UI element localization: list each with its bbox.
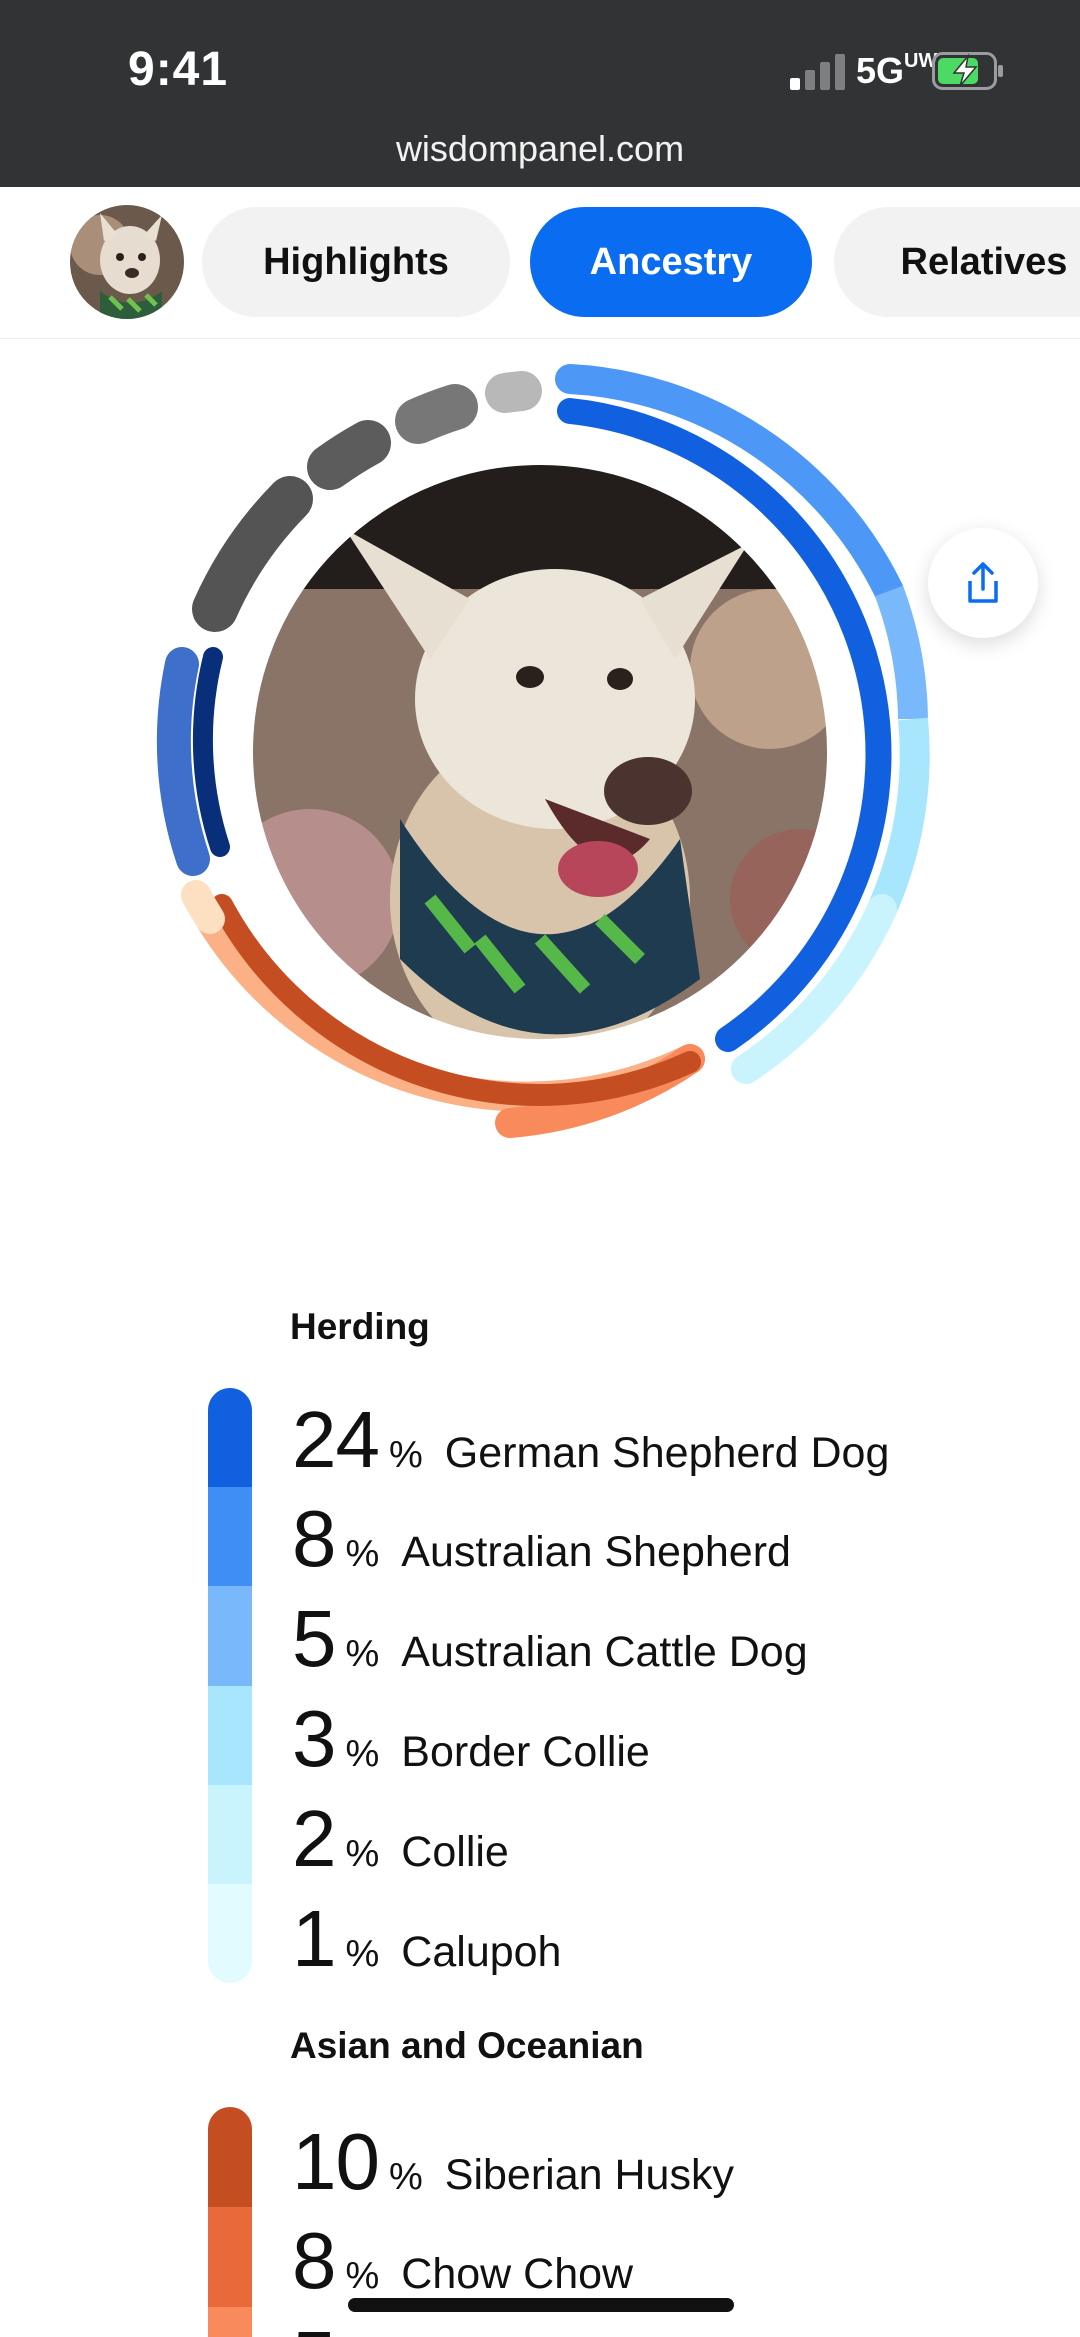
breed-percent: 8	[292, 1494, 336, 1583]
breed-name: Calupoh	[401, 1928, 562, 1976]
breed-name: Australian Cattle Dog	[401, 1628, 808, 1676]
ring-segment-gray-3	[395, 384, 478, 444]
status-time: 9:41	[128, 43, 229, 96]
herding-color-bar	[208, 1388, 252, 1983]
breed-percent: 5	[292, 2314, 336, 2337]
ring-segment-gray-4	[485, 371, 542, 413]
breed-percent: 10	[292, 2117, 380, 2206]
breed-row[interactable]: 10% Siberian Husky	[292, 2116, 734, 2206]
network-label: 5GUW	[856, 50, 938, 91]
ring-segment-gray-1	[192, 476, 313, 632]
breed-percent: 1	[292, 1894, 336, 1983]
breed-row[interactable]: 1% Calupoh	[292, 1893, 561, 1983]
battery-charging-icon	[932, 52, 1003, 90]
breed-percent: 5	[292, 1594, 336, 1683]
breed-percent: 3	[292, 1694, 336, 1783]
breed-name: Border Collie	[401, 1728, 650, 1776]
ring-segment-herding-2	[874, 585, 928, 720]
share-button[interactable]	[928, 528, 1038, 638]
ring-segment-blue-left-inner	[192, 647, 230, 857]
dog-photo	[252, 464, 828, 1040]
breed-row[interactable]: 24% German Shepherd Dog	[292, 1394, 889, 1484]
ancestry-ring-chart	[156, 364, 930, 1138]
breed-percent: 2	[292, 1794, 336, 1883]
ring-segment-gray-2	[307, 420, 391, 490]
breed-name: Chow Chow	[401, 2250, 634, 2298]
breed-name: Australian Shepherd	[401, 1528, 791, 1576]
breed-percent: 24	[292, 1395, 380, 1484]
share-icon	[968, 562, 998, 603]
cellular-signal-icon	[790, 54, 846, 90]
breed-name: Collie	[401, 1828, 509, 1876]
section-tabs: Highlights Ancestry Relatives	[0, 187, 1080, 339]
breed-name: German Shepherd Dog	[444, 1429, 890, 1477]
group-title-herding: Herding	[290, 1306, 430, 1347]
ring-segment-blue-left	[156, 647, 210, 876]
breed-row[interactable]: 8% Australian Shepherd	[292, 1493, 791, 1583]
breed-row[interactable]: 5% Australian Cattle Dog	[292, 1593, 808, 1683]
breed-row[interactable]: 8% Chow Chow	[292, 2215, 633, 2305]
dog-avatar[interactable]	[70, 205, 184, 319]
breed-name: Siberian Husky	[444, 2151, 734, 2199]
url-bar[interactable]: wisdompanel.com	[0, 128, 1080, 170]
breed-row[interactable]: 2% Collie	[292, 1793, 509, 1883]
tab-highlights[interactable]: Highlights	[202, 207, 510, 317]
asian-color-bar	[208, 2107, 252, 2337]
breed-row[interactable]: 3% Border Collie	[292, 1693, 650, 1783]
tab-ancestry[interactable]: Ancestry	[530, 207, 812, 317]
browser-top-bar: 9:41 5GUW wisdompanel.com	[0, 0, 1080, 187]
group-title-asian-oceanian: Asian and Oceanian	[290, 2025, 644, 2066]
ring-segment-asian-light	[181, 880, 225, 934]
tab-relatives[interactable]: Relatives	[834, 207, 1080, 317]
breed-row[interactable]: 5	[292, 2314, 336, 2337]
breed-percent: 8	[292, 2216, 336, 2305]
home-indicator[interactable]	[348, 2298, 734, 2312]
